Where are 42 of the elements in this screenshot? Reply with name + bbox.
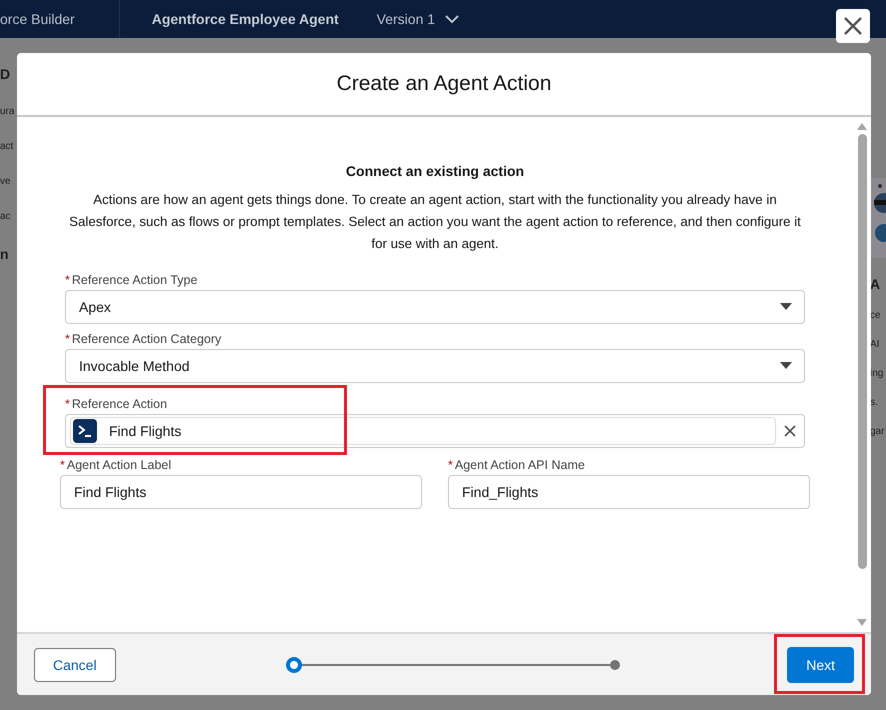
select-field[interactable]: Apex	[65, 290, 805, 324]
lookup-field[interactable]: Find Flights	[65, 414, 805, 448]
text-field[interactable]: Find_Flights	[448, 475, 810, 509]
background-text: D	[0, 66, 12, 82]
scroll-down-icon[interactable]	[857, 619, 867, 626]
step-indicator[interactable]	[610, 660, 620, 670]
cancel-button[interactable]: Cancel	[34, 648, 116, 682]
version-menu[interactable]: Version 1	[376, 11, 460, 27]
dropdown-caret-icon	[780, 303, 792, 311]
step-indicator[interactable]	[286, 656, 302, 672]
terminal-icon	[73, 419, 97, 443]
required-mark: *	[65, 332, 70, 346]
scroll-up-icon[interactable]	[857, 123, 867, 130]
close-icon	[843, 16, 863, 36]
field-label: Agent Action Label	[66, 458, 172, 472]
clear-icon[interactable]	[784, 425, 796, 437]
required-mark: *	[65, 273, 70, 287]
description: Actions are how an agent gets things done. To create an agent action, start with the functionality you already have in Salesforce, such as flows or prompt templates. Select an action you want the agent action to reference, and then configure it for use with an agent.	[68, 191, 802, 253]
agent-name: Agentforce Employee Agent	[152, 11, 339, 27]
modal-title: Create an Agent Action	[336, 72, 552, 96]
background-text: n	[0, 246, 10, 262]
field-label: Reference Action Type	[72, 273, 198, 287]
app-name: orce Builder	[0, 11, 75, 27]
close-button[interactable]	[836, 9, 870, 43]
background-text: A	[870, 276, 880, 292]
background-text: ve	[0, 176, 12, 187]
background-text: ura	[0, 106, 16, 117]
chevron-down-icon	[445, 14, 460, 24]
field-label: Reference Action	[72, 397, 168, 411]
background-text: ac	[0, 211, 12, 222]
next-button[interactable]: Next	[787, 646, 854, 682]
selection-pill[interactable]: Find Flights	[70, 417, 776, 445]
section-title: Connect an existing action	[344, 163, 526, 179]
required-mark: *	[448, 458, 453, 472]
dropdown-caret-icon	[780, 362, 792, 370]
field-label: Agent Action API Name	[454, 458, 585, 472]
field-label: Reference Action Category	[72, 332, 222, 346]
background-text: act	[0, 141, 14, 152]
required-mark: *	[60, 458, 65, 472]
required-mark: *	[65, 397, 70, 411]
text-field[interactable]: Find Flights	[60, 475, 422, 509]
select-field[interactable]: Invocable Method	[65, 349, 805, 383]
